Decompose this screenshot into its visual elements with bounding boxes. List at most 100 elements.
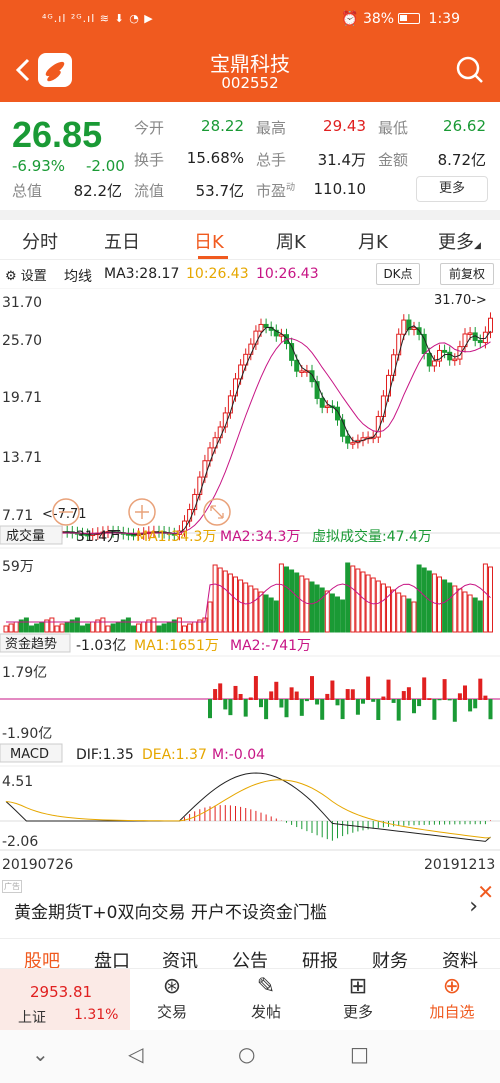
macd-y-top: 4.51 [2, 774, 33, 790]
plus-circle-icon: ⊕ [442, 974, 462, 999]
adjust-button[interactable]: 前复权 [440, 263, 494, 285]
nav-back-icon[interactable]: ◁ [128, 1042, 143, 1066]
zoom-in-icon[interactable] [128, 498, 156, 526]
candle [442, 349, 448, 353]
alarm-icon: ⏰ [341, 11, 359, 27]
volume-bar [253, 588, 259, 633]
volume-bar [263, 594, 269, 633]
fund-bar [223, 699, 228, 710]
add-watchlist-button[interactable]: ⊕ 加自选 [422, 973, 482, 1022]
app-root: ⁴ᴳ.ıl ²ᴳ.ıl ≋ ⬇ ◔ ▶ ⏰ 38% 1:39 宝鼎科技 0025… [0, 0, 500, 1083]
candle [263, 323, 269, 328]
candle [401, 319, 407, 335]
ma-b-value: 10:26.43 [256, 266, 319, 282]
search-icon[interactable] [456, 56, 484, 84]
index-ticker[interactable]: 2953.81 上证 1.31% [0, 969, 130, 1031]
macd-y-bottom: -2.06 [2, 834, 38, 850]
volume-bar [273, 600, 279, 633]
fund-bar [355, 699, 360, 715]
volume-bar [345, 562, 351, 633]
fund-bar [371, 699, 376, 702]
volume-bar [49, 617, 55, 633]
ad-tag: 广告 [2, 880, 22, 893]
dk-point-button[interactable]: DK点 [376, 263, 420, 285]
volume-bar [64, 621, 70, 633]
header-bar: 宝鼎科技 002552 [0, 40, 500, 102]
chart-settings-button[interactable]: ⚙ 设置 [5, 265, 47, 284]
fund-bar [315, 699, 320, 705]
post-label: 发帖 [250, 1003, 281, 1021]
tab-five-day[interactable]: 五日 [104, 228, 140, 254]
fund-bar [452, 699, 457, 722]
volume-bar [324, 590, 330, 633]
mktcap-label: 总值 [12, 182, 43, 200]
float-label: 流值 [134, 182, 165, 200]
candle [452, 358, 458, 362]
volume-bar [13, 621, 19, 633]
period-tabs: 分时 五日 日K 周K 月K 更多◢ [0, 220, 500, 260]
volume-bar [207, 601, 213, 633]
gear-icon: ⚙ [5, 269, 17, 284]
volume-bar [54, 625, 60, 633]
candle [258, 323, 264, 332]
fund-bar [401, 691, 406, 700]
system-nav-bar: ⌄ ◁ ○ □ [0, 1030, 500, 1083]
section-divider [0, 210, 500, 220]
status-signal-icons: ⁴ᴳ.ıl ²ᴳ.ıl ≋ ⬇ ◔ ▶ [42, 12, 154, 25]
volume-bar [136, 623, 142, 633]
tab-intraday[interactable]: 分时 [22, 228, 58, 254]
volume-bar [437, 576, 442, 633]
ad-banner[interactable]: 广告 黄金期货T+0双向交易 开户不设资金门槛 › ✕ [0, 880, 500, 938]
volume-bar [401, 595, 407, 633]
more-button[interactable]: ⊞ 更多 [328, 973, 388, 1022]
fund-bar [366, 676, 371, 700]
volume-bar [386, 586, 391, 633]
candle [197, 476, 203, 495]
macd-dif: DIF:1.35 [76, 747, 134, 763]
macd-tag: MACD [10, 747, 49, 762]
tab-weekly-k[interactable]: 周K [276, 228, 306, 254]
fund-bar [488, 699, 493, 720]
volume-bar [370, 577, 376, 633]
volume-bar [161, 623, 167, 633]
macd-panel [0, 772, 500, 842]
index-value: 2953.81 [30, 983, 93, 1001]
candle [299, 370, 305, 373]
more-label: 更多 [342, 1003, 373, 1021]
fund-bar [345, 689, 350, 700]
trade-button[interactable]: ⊛ 交易 [142, 973, 202, 1022]
nav-recents-icon[interactable]: □ [350, 1042, 369, 1066]
volume-bar [243, 582, 249, 633]
nav-down-icon[interactable]: ⌄ [32, 1042, 49, 1066]
volume-bar [289, 569, 295, 633]
candle [386, 374, 391, 397]
trade-label: 交易 [156, 1003, 187, 1021]
volume-bar [8, 623, 14, 633]
tab-daily-k[interactable]: 日K [194, 228, 224, 254]
post-button[interactable]: ✎ 发帖 [236, 973, 296, 1022]
quote-more-button[interactable]: 更多 [416, 176, 488, 202]
fund-bar [483, 695, 488, 700]
nav-home-icon[interactable]: ○ [238, 1042, 255, 1066]
volume-y-top: 59万 [2, 559, 34, 575]
chart-area[interactable]: 31.70 25.70 19.71 13.71 7.71 31.70-> <-7… [0, 288, 500, 880]
status-bar: ⁴ᴳ.ıl ²ᴳ.ıl ≋ ⬇ ◔ ▶ ⏰ 38% 1:39 [0, 0, 500, 40]
fund-panel [0, 676, 500, 722]
fund-bar [381, 696, 386, 700]
volume-bar [212, 564, 218, 633]
fund-bar [208, 699, 212, 719]
candle [426, 353, 432, 367]
fund-bar [304, 699, 309, 702]
tab-monthly-k[interactable]: 月K [358, 228, 388, 254]
low-label: 最低 [378, 119, 409, 137]
back-icon[interactable] [12, 54, 32, 86]
macd-dea-line [5, 779, 491, 839]
tab-more[interactable]: 更多◢ [438, 228, 481, 254]
volume-bar [192, 621, 198, 633]
close-icon[interactable]: ✕ [477, 880, 494, 904]
ma-a-value: 10:26.43 [186, 266, 249, 282]
fullscreen-icon[interactable] [203, 498, 231, 526]
pe-value: 110.10 [313, 180, 367, 198]
app-logo-icon[interactable] [38, 53, 72, 87]
fund-bar [243, 699, 248, 717]
